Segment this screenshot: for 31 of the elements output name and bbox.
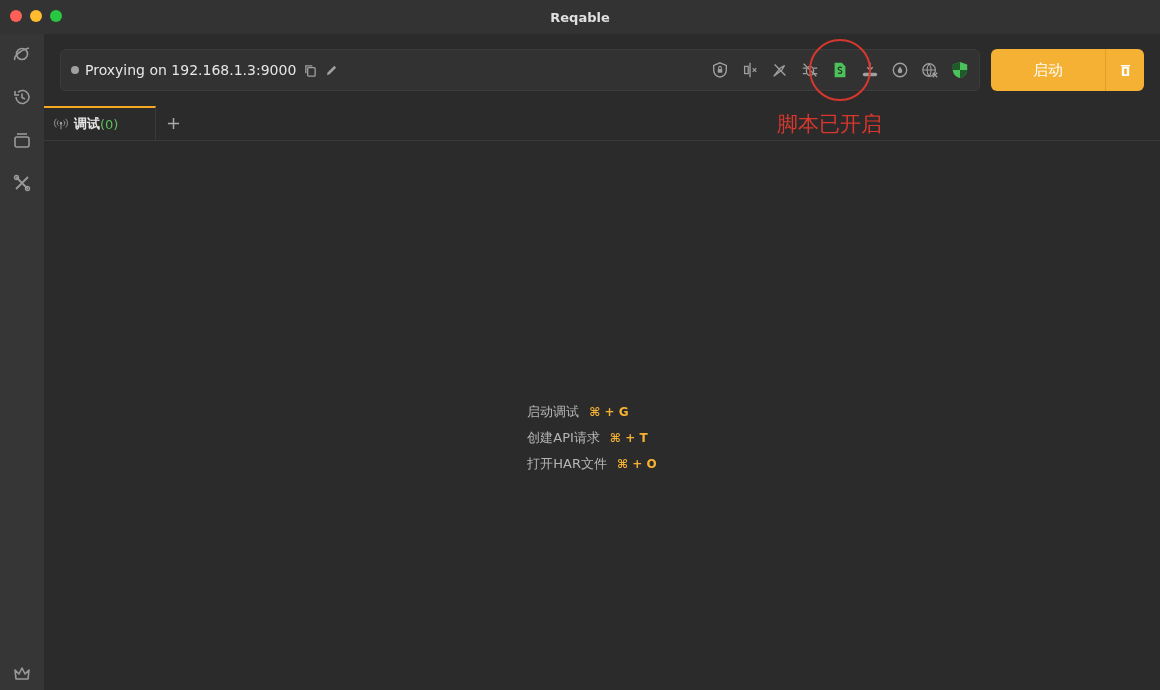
minimize-button[interactable]: [30, 10, 42, 22]
hint-label[interactable]: 打开HAR文件: [527, 455, 607, 473]
debug-tab[interactable]: 调试(0): [44, 106, 156, 140]
pencil-icon[interactable]: [325, 63, 339, 77]
shortcut-text: ⌘ + O: [616, 457, 657, 471]
crossed-bug-icon[interactable]: [801, 61, 819, 79]
antenna-icon: [54, 118, 68, 130]
proxy-address: Proxying on 192.168.1.3:9000: [85, 62, 297, 78]
lock-shield-icon[interactable]: [711, 61, 729, 79]
shortcut-text: ⌘ + G: [589, 405, 629, 419]
annotation-text: 脚本已开启: [777, 111, 882, 138]
history-icon[interactable]: [12, 87, 32, 107]
add-tab-icon[interactable]: [167, 116, 180, 130]
annotation-circle: [808, 38, 872, 102]
window-title: Reqable: [550, 9, 610, 25]
download-tray-icon[interactable]: [861, 61, 879, 79]
trash-icon: [1119, 63, 1131, 77]
stack-icon[interactable]: [12, 130, 32, 150]
close-button[interactable]: [10, 10, 22, 22]
shield-icon[interactable]: [951, 61, 969, 79]
tools-icon[interactable]: [12, 173, 32, 193]
tab-count: (0): [100, 116, 119, 132]
drop-circle-icon[interactable]: [891, 61, 909, 79]
globe-icon[interactable]: [921, 61, 939, 79]
maximize-button[interactable]: [50, 10, 62, 22]
hint-label[interactable]: 创建API请求: [527, 429, 600, 447]
tab-label: 调试: [74, 115, 100, 133]
shortcut-text: ⌘ + T: [609, 431, 648, 445]
hint-label[interactable]: 启动调试: [527, 403, 580, 421]
copy-icon[interactable]: [304, 63, 318, 77]
throttle-icon[interactable]: [741, 61, 759, 79]
